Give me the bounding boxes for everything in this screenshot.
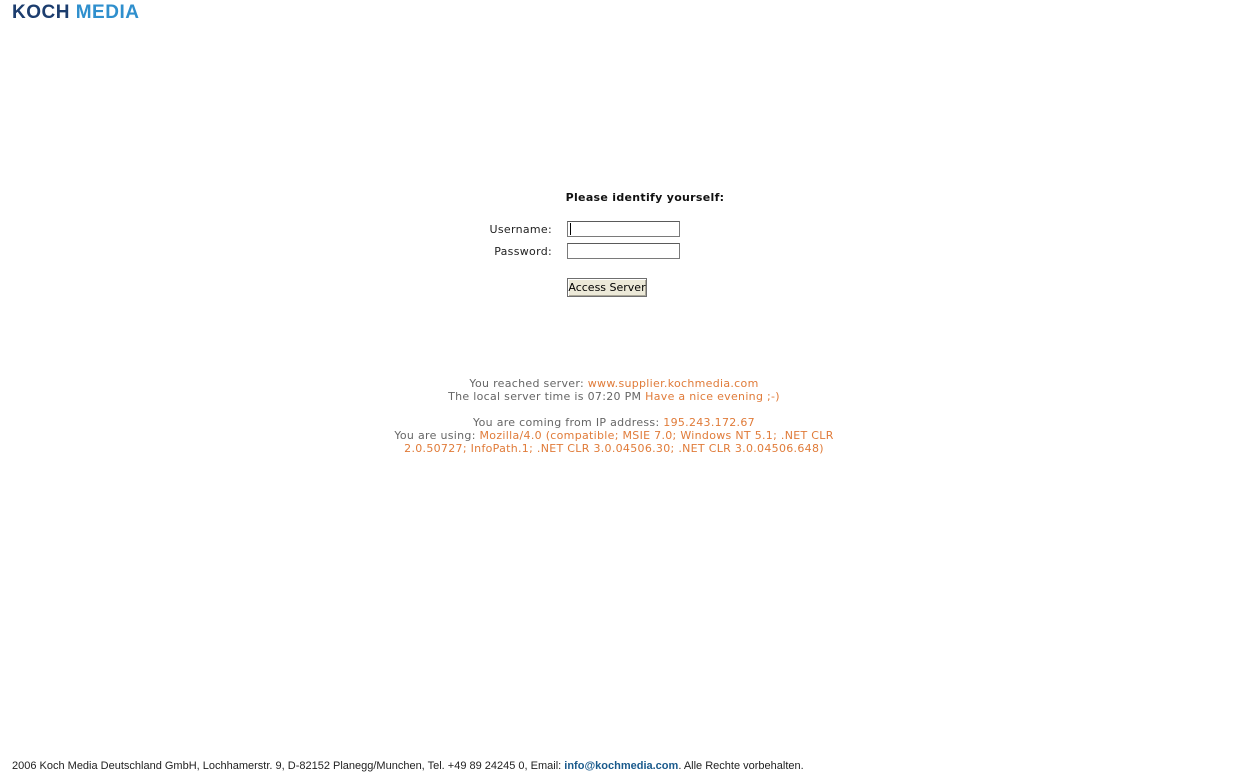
access-server-button[interactable]: Access Server: [567, 278, 647, 297]
time-info: The local server time is 07:20 PM Have a…: [0, 390, 1228, 403]
password-label: Password:: [494, 245, 552, 258]
footer-text: 2006 Koch Media Deutschland GmbH, Lochha…: [12, 760, 562, 772]
user-agent-info: You are using: Mozilla/4.0 (compatible; …: [390, 429, 838, 455]
username-input[interactable]: [567, 221, 680, 237]
username-label: Username:: [489, 223, 552, 236]
koch-media-logo[interactable]: KOCH MEDIA: [12, 3, 139, 23]
login-page: KOCH MEDIA Please identify yourself: Use…: [0, 0, 1253, 782]
password-row: Password:: [440, 243, 552, 261]
login-title: Please identify yourself:: [565, 191, 725, 204]
ip-address: 195.243.172.67: [663, 416, 755, 429]
agent-prefix: You are using:: [394, 429, 476, 442]
password-input[interactable]: [567, 243, 680, 259]
logo-koch-text: KOCH: [12, 2, 70, 23]
time-text: The local server time is 07:20 PM: [448, 390, 642, 403]
ip-info: You are coming from IP address: 195.243.…: [0, 416, 1228, 429]
username-row: Username:: [440, 221, 552, 239]
text-caret: [570, 223, 571, 235]
ip-prefix: You are coming from IP address:: [473, 416, 660, 429]
greeting-text: Have a nice evening ;-): [645, 390, 780, 403]
server-name: www.supplier.kochmedia.com: [587, 377, 759, 390]
footer-email-link[interactable]: info@kochmedia.com: [564, 760, 678, 772]
footer: 2006 Koch Media Deutschland GmbH, Lochha…: [12, 760, 804, 772]
logo-media-text: MEDIA: [75, 2, 140, 23]
footer-rights-text: . Alle Rechte vorbehalten.: [678, 760, 804, 772]
server-prefix: You reached server:: [469, 377, 584, 390]
server-info: You reached server: www.supplier.kochmed…: [0, 377, 1228, 390]
